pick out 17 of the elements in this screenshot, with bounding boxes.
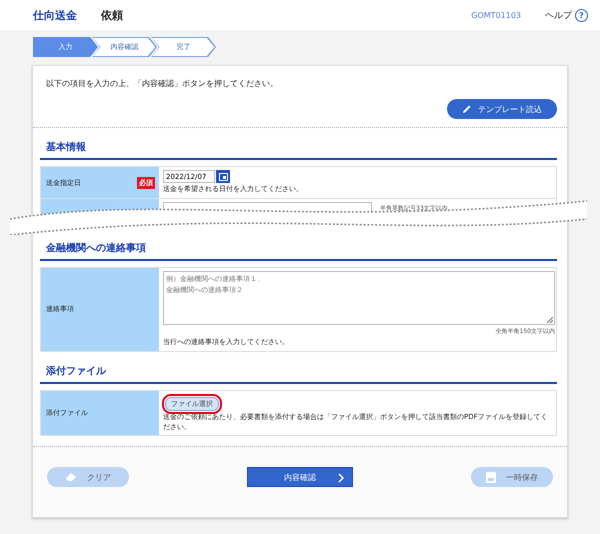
confirm-button[interactable]: 内容確認	[247, 467, 353, 488]
instruction-text: 以下の項目を入力の上、「内容確認」ボタンを押してください。	[46, 78, 279, 89]
screen-id: GOMT01103	[471, 10, 521, 20]
section-title: 金融機関への連絡事項	[40, 229, 557, 261]
pencil-icon	[462, 104, 472, 114]
calendar-icon[interactable]	[216, 170, 230, 183]
chevron-icon	[338, 473, 344, 484]
section-title: 基本情報	[40, 128, 557, 160]
resize-grip-icon[interactable]	[547, 317, 553, 323]
page-subtitle: 依頼	[101, 8, 123, 22]
section-title: 添付ファイル	[40, 352, 557, 384]
help-icon[interactable]: ?	[575, 8, 588, 22]
save-icon	[486, 472, 496, 483]
help-link[interactable]: ヘルプ	[545, 8, 572, 22]
page-title: 仕向送金	[33, 8, 77, 22]
template-load-button[interactable]: テンプレート読込	[447, 99, 557, 119]
eraser-icon	[65, 472, 77, 482]
